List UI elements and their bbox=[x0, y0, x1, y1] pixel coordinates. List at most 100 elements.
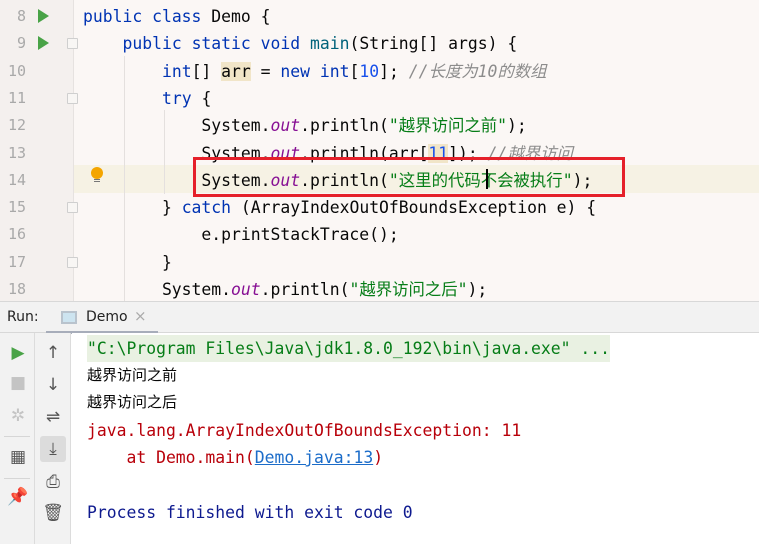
console-output-line: 越界访问之前 bbox=[87, 366, 178, 384]
code-token: main bbox=[309, 34, 350, 54]
code-token: (ArrayIndexOutOfBoundsException e) { bbox=[240, 198, 597, 218]
code-token: new bbox=[280, 61, 320, 81]
code-editor[interactable]: 8 public class Demo { 9 public static void… bbox=[0, 0, 759, 301]
code-token: public bbox=[122, 34, 192, 54]
code-token: (String[] args) { bbox=[349, 34, 518, 54]
exception-line: java.lang.ArrayIndexOutOfBoundsException… bbox=[87, 421, 522, 440]
code-token: [ bbox=[349, 61, 360, 81]
close-icon[interactable]: × bbox=[134, 307, 147, 325]
code-line[interactable]: try { bbox=[83, 85, 211, 112]
stacktrace-prefix: at Demo.main( bbox=[87, 448, 255, 467]
down-arrow-icon[interactable]: ↓ bbox=[40, 372, 66, 398]
console-icon bbox=[61, 311, 77, 324]
divider bbox=[4, 436, 30, 437]
stop-icon[interactable]: ■ bbox=[5, 370, 31, 396]
run-gutter-icon[interactable] bbox=[38, 9, 49, 23]
code-token: static bbox=[191, 34, 261, 54]
code-token: try bbox=[161, 88, 202, 108]
run-toolbar-primary: ▶ ■ ✲ ▦ 📌 bbox=[0, 333, 35, 544]
code-token: ); bbox=[467, 280, 488, 299]
code-line[interactable]: e.printStackTrace(); bbox=[83, 221, 399, 248]
code-token: e.printStackTrace(); bbox=[83, 225, 399, 245]
run-label: Run: bbox=[7, 309, 39, 325]
console-command: "C:\Program Files\Java\jdk1.8.0_192\bin\… bbox=[87, 335, 611, 362]
code-token: "越界访问之前" bbox=[388, 116, 508, 136]
code-line[interactable]: } bbox=[83, 249, 172, 276]
code-token: .println( bbox=[300, 116, 389, 136]
fold-icon[interactable] bbox=[67, 38, 78, 50]
exit-message: Process finished with exit code 0 bbox=[87, 503, 413, 522]
up-arrow-icon[interactable]: ↑ bbox=[40, 340, 66, 366]
line-number: 15 bbox=[7, 198, 26, 217]
code-token: System. bbox=[83, 116, 271, 136]
code-token: public bbox=[83, 7, 153, 26]
console-output-line: 越界访问之后 bbox=[87, 393, 178, 411]
code-token: } bbox=[83, 252, 172, 272]
code-line[interactable]: public class Demo { bbox=[83, 3, 271, 30]
line-number: 9 bbox=[16, 34, 26, 53]
code-line[interactable]: System.out.println("越界访问之后"); bbox=[83, 276, 487, 301]
scroll-to-end-icon[interactable]: ⤓ bbox=[40, 436, 66, 462]
code-token: out bbox=[231, 280, 261, 299]
code-token: } bbox=[83, 198, 182, 218]
code-token: arr bbox=[221, 61, 251, 81]
indent-guide bbox=[124, 56, 125, 301]
debug-rerun-icon[interactable]: ✲ bbox=[5, 403, 31, 429]
code-token: int bbox=[161, 61, 192, 81]
fold-icon[interactable] bbox=[67, 256, 78, 268]
run-tool-window-header: Run: Demo × bbox=[0, 301, 759, 334]
line-number: 10 bbox=[7, 61, 26, 80]
fold-icon[interactable] bbox=[67, 92, 78, 104]
annotation-red-box bbox=[193, 157, 625, 197]
code-token: ); bbox=[507, 116, 527, 136]
divider bbox=[4, 478, 30, 479]
tab-label: Demo bbox=[86, 309, 128, 325]
line-number: 8 bbox=[16, 7, 26, 25]
pin-icon[interactable]: 📌 bbox=[5, 484, 31, 510]
stacktrace-suffix: ) bbox=[373, 448, 384, 467]
line-number: 12 bbox=[7, 116, 26, 135]
code-token: void bbox=[260, 34, 310, 54]
code-token: //长度为10的数组 bbox=[408, 61, 547, 81]
code-line[interactable]: System.out.println("越界访问之前"); bbox=[83, 112, 527, 139]
stacktrace-line: at Demo.main(Demo.java:13) bbox=[87, 444, 383, 471]
line-number: 18 bbox=[7, 280, 26, 298]
run-gutter-icon[interactable] bbox=[38, 36, 49, 51]
print-icon[interactable]: ⎙ bbox=[40, 469, 66, 495]
trash-icon[interactable]: 🗑 bbox=[40, 500, 66, 526]
indent-guide bbox=[164, 110, 165, 194]
line-number: 11 bbox=[7, 88, 26, 107]
soft-wrap-icon[interactable]: ⇌ bbox=[40, 404, 66, 430]
code-token: int bbox=[319, 61, 350, 81]
code-token: [] bbox=[191, 61, 222, 81]
run-icon[interactable]: ▶ bbox=[5, 340, 31, 366]
console-output[interactable]: "C:\Program Files\Java\jdk1.8.0_192\bin\… bbox=[72, 333, 759, 544]
code-token: System. bbox=[83, 280, 232, 299]
code-token: ]; bbox=[379, 61, 409, 81]
code-token: = bbox=[250, 61, 281, 81]
code-token: out bbox=[270, 116, 301, 136]
run-toolbar-secondary: ↑ ↓ ⇌ ⤓ ⎙ 🗑 bbox=[35, 333, 71, 544]
line-number: 14 bbox=[7, 170, 26, 189]
source-link[interactable]: Demo.java:13 bbox=[255, 448, 373, 467]
fold-icon[interactable] bbox=[67, 202, 78, 214]
code-token: "越界访问之后" bbox=[349, 280, 468, 299]
code-token: class bbox=[152, 7, 212, 26]
line-number: 13 bbox=[7, 143, 26, 162]
code-line[interactable]: public static void main(String[] args) { bbox=[83, 30, 517, 57]
line-number: 16 bbox=[7, 225, 26, 244]
line-number: 17 bbox=[7, 252, 26, 271]
code-token: Demo { bbox=[211, 7, 271, 26]
layout-icon[interactable]: ▦ bbox=[5, 444, 31, 470]
code-token: 10 bbox=[359, 61, 380, 81]
code-line[interactable]: int[] arr = new int[10]; //长度为10的数组 bbox=[83, 58, 547, 85]
code-token: .println( bbox=[260, 280, 350, 299]
tab-demo[interactable]: Demo × bbox=[46, 302, 158, 334]
lightbulb-icon[interactable] bbox=[91, 167, 103, 183]
code-token: { bbox=[201, 88, 212, 108]
code-token: catch bbox=[181, 198, 241, 218]
code-line[interactable]: } catch (ArrayIndexOutOfBoundsException … bbox=[83, 194, 596, 221]
